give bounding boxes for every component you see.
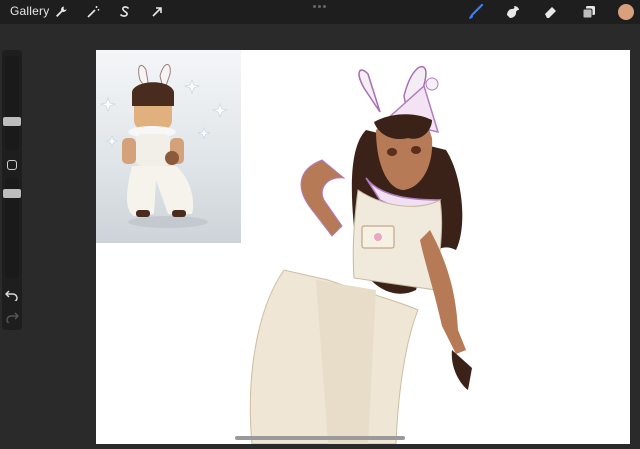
smudge-icon[interactable] <box>504 3 522 21</box>
roblox-avatar-image <box>99 64 229 228</box>
layers-icon[interactable] <box>580 3 598 21</box>
selection-icon[interactable] <box>116 3 134 21</box>
wrench-icon[interactable] <box>52 3 70 21</box>
sidebar <box>2 50 22 330</box>
modify-button[interactable] <box>7 160 17 170</box>
magic-wand-icon[interactable] <box>84 3 102 21</box>
brush-size-slider[interactable] <box>5 56 19 150</box>
eraser-icon[interactable] <box>541 3 559 21</box>
current-color-swatch[interactable] <box>618 4 634 20</box>
top-toolbar: Gallery <box>0 0 640 24</box>
home-indicator <box>235 436 405 440</box>
gallery-button[interactable]: Gallery <box>10 4 49 18</box>
opacity-thumb[interactable] <box>3 189 21 198</box>
undo-icon[interactable] <box>4 288 19 306</box>
reference-image[interactable] <box>96 50 241 243</box>
brush-icon[interactable] <box>467 3 485 21</box>
grabber-handle[interactable] <box>313 5 327 8</box>
redo-icon[interactable] <box>5 310 20 328</box>
transform-arrow-icon[interactable] <box>148 3 166 21</box>
brush-size-thumb[interactable] <box>3 117 21 126</box>
